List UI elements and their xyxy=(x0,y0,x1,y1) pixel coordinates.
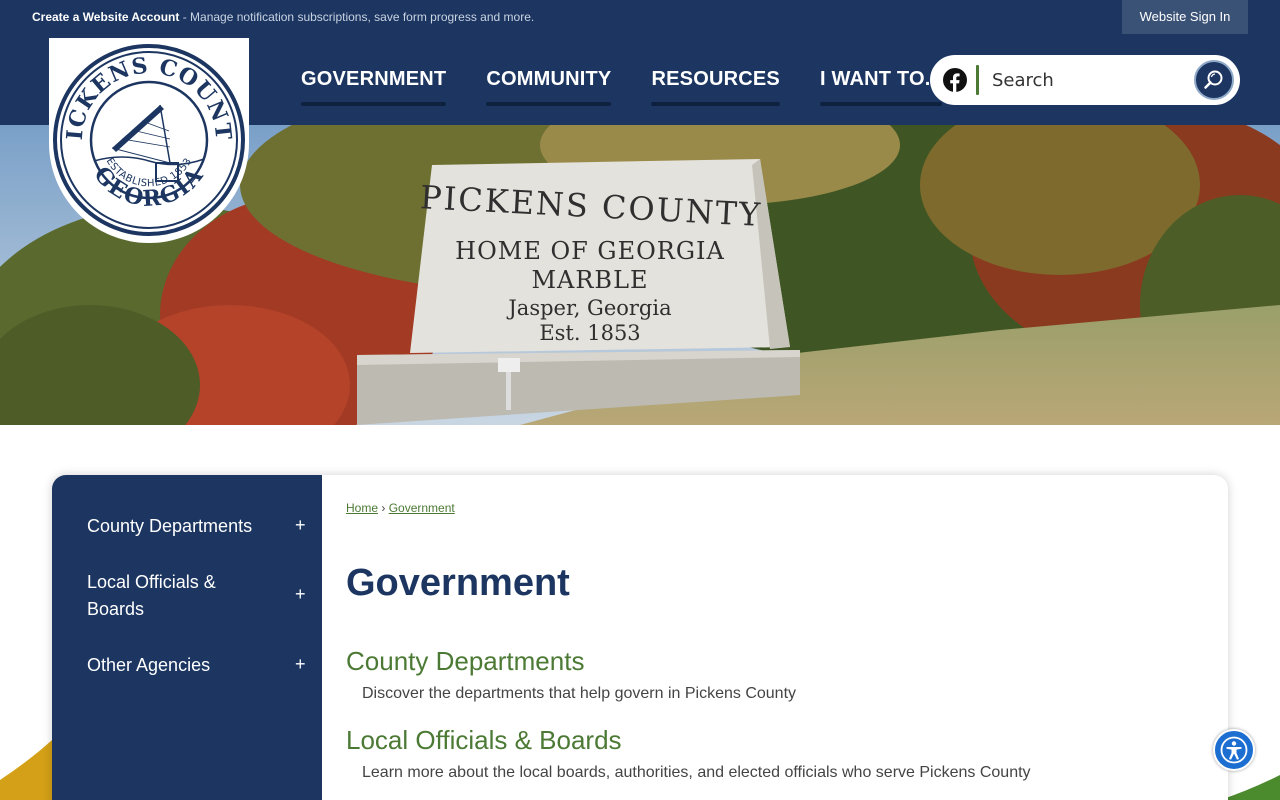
nav-underline xyxy=(651,102,780,106)
section-title-county-departments[interactable]: County Departments xyxy=(346,646,584,677)
nav-i-want-to-label: I WANT TO... xyxy=(819,68,942,90)
nav-underline xyxy=(486,102,612,106)
section-desc-local-officials: Learn more about the local boards, autho… xyxy=(362,764,1031,781)
nav-community-label: COMMUNITY xyxy=(486,68,612,90)
accessibility-button[interactable] xyxy=(1213,729,1255,771)
nav-resources[interactable]: RESOURCES xyxy=(631,68,800,106)
expand-icon[interactable]: + xyxy=(295,512,306,539)
section-desc-county-departments: Discover the departments that help gover… xyxy=(362,685,797,702)
sign-line-5: Est. 1853 xyxy=(539,321,641,345)
decorative-swoosh-left xyxy=(0,740,52,800)
nav-resources-label: RESOURCES xyxy=(651,68,780,90)
sidebar-item-county-departments[interactable]: County Departments + xyxy=(87,513,307,540)
expand-icon[interactable]: + xyxy=(295,581,306,608)
search-box xyxy=(930,55,1240,105)
nav-government[interactable]: GOVERNMENT xyxy=(281,68,466,106)
section-title-local-officials[interactable]: Local Officials & Boards xyxy=(346,725,622,756)
breadcrumb-current[interactable]: Government xyxy=(389,501,455,515)
nav-underline xyxy=(819,102,942,106)
sidebar-item-other-agencies[interactable]: Other Agencies + xyxy=(87,652,307,679)
county-seal: PICKENS COUNTY GEORGIA ESTABLISHED 1853 xyxy=(52,43,245,236)
sign-line-3: MARBLE xyxy=(531,266,649,294)
breadcrumb-home[interactable]: Home xyxy=(346,501,378,515)
nav-underline xyxy=(301,102,447,106)
search-separator xyxy=(976,65,979,95)
decorative-swoosh-right xyxy=(1220,775,1280,800)
sidebar-item-label: Local Officials & Boards xyxy=(87,572,216,619)
facebook-icon[interactable] xyxy=(943,68,967,92)
nav-community[interactable]: COMMUNITY xyxy=(466,68,631,106)
sidebar-navigation: County Departments + Local Officials & B… xyxy=(52,475,322,800)
top-utility-bar: Create a Website Account - Manage notifi… xyxy=(0,0,1280,35)
create-account-message: Create a Website Account - Manage notifi… xyxy=(32,10,534,24)
breadcrumb: Home › Government xyxy=(346,501,455,515)
content-card: County Departments + Local Officials & B… xyxy=(52,475,1228,800)
breadcrumb-separator: › xyxy=(381,501,386,515)
sign-line-4: Jasper, Georgia xyxy=(508,296,672,320)
sidebar-item-label: County Departments xyxy=(87,516,253,536)
create-account-link[interactable]: Create a Website Account xyxy=(32,10,179,24)
county-seal-logo[interactable]: PICKENS COUNTY GEORGIA ESTABLISHED 1853 xyxy=(49,38,249,243)
sign-line-2: HOME OF GEORGIA xyxy=(455,237,725,265)
page-title: Government xyxy=(346,562,570,604)
nav-government-label: GOVERNMENT xyxy=(301,68,447,90)
accessibility-icon xyxy=(1220,736,1248,764)
search-button[interactable] xyxy=(1194,60,1234,100)
main-navigation: GOVERNMENT COMMUNITY RESOURCES I WANT TO… xyxy=(281,68,962,106)
sidebar-item-local-officials[interactable]: Local Officials & Boards + xyxy=(87,569,307,623)
search-input[interactable] xyxy=(992,65,1172,95)
sidebar-item-label: Other Agencies xyxy=(87,655,211,675)
create-account-description: - Manage notification subscriptions, sav… xyxy=(179,10,535,24)
website-sign-in-button[interactable]: Website Sign In xyxy=(1122,0,1248,34)
expand-icon[interactable]: + xyxy=(295,651,306,678)
search-icon xyxy=(1204,70,1223,89)
